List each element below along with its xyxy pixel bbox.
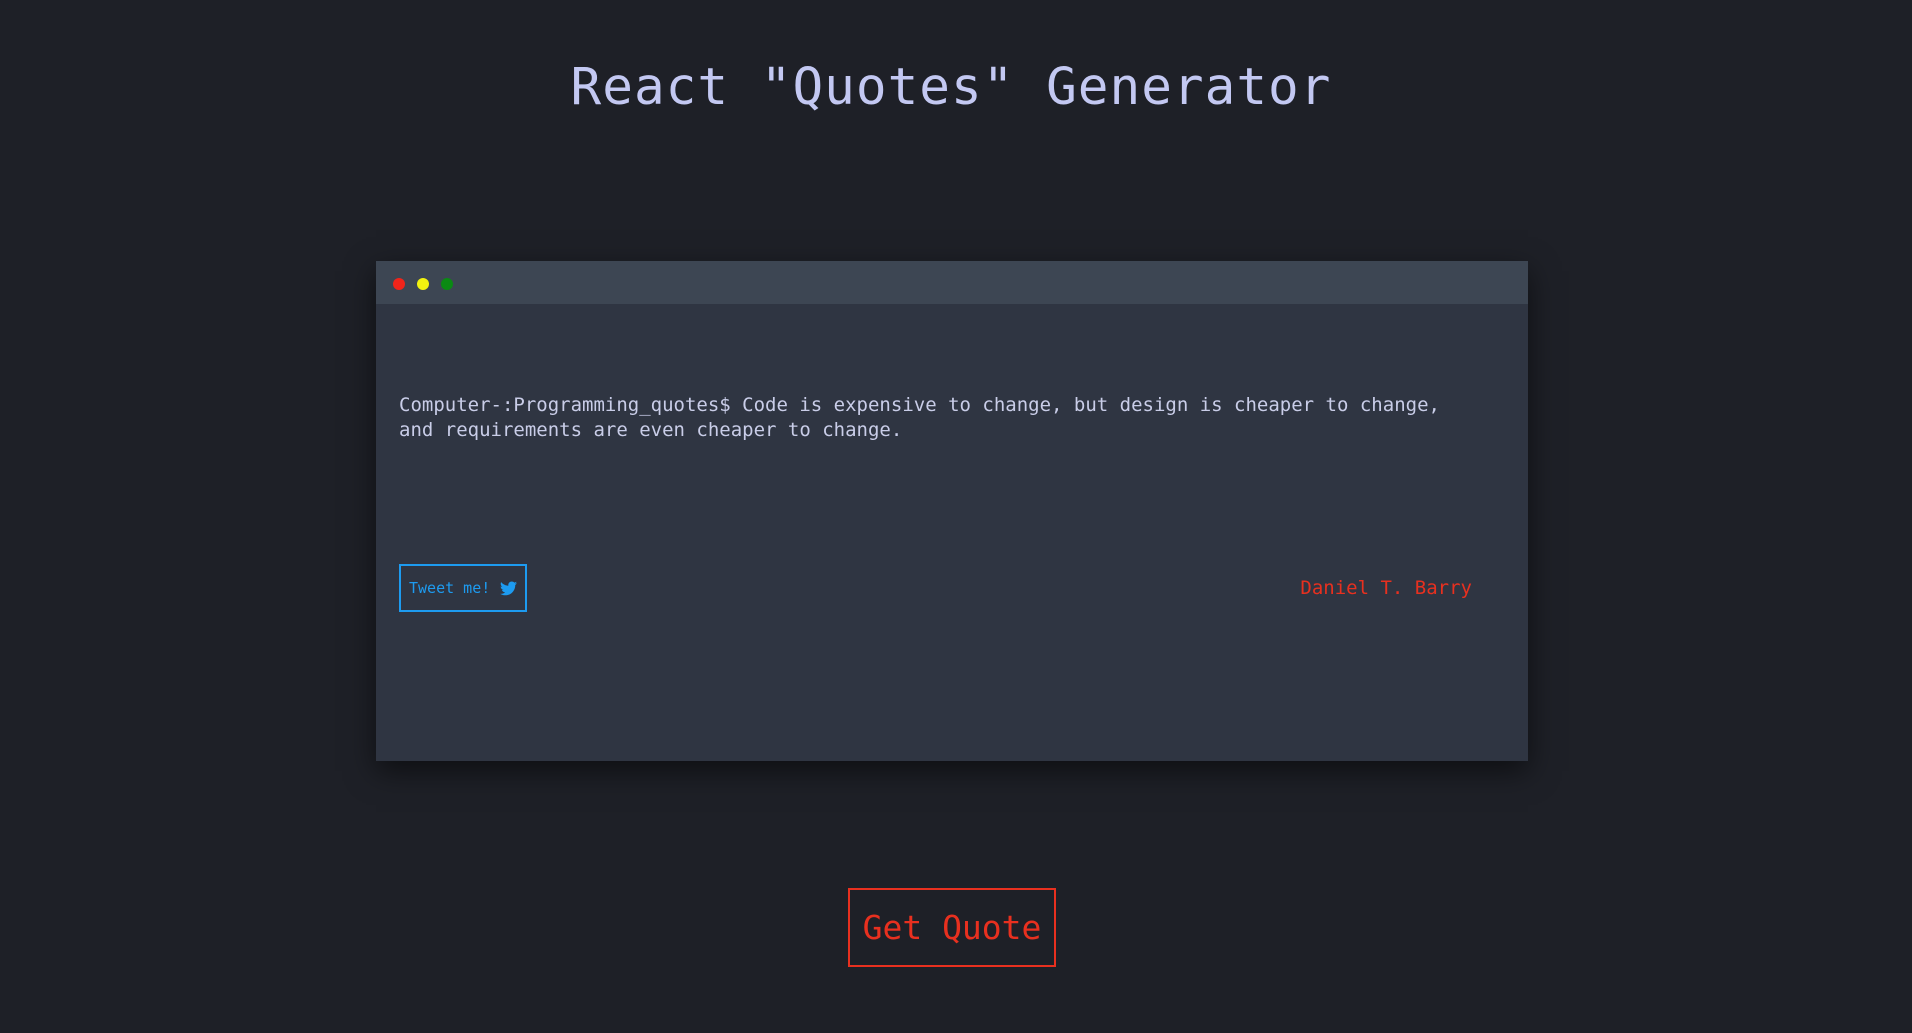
tweet-button-label: Tweet me! xyxy=(409,579,491,597)
page-title: React "Quotes" Generator xyxy=(570,58,1332,117)
twitter-icon xyxy=(500,580,518,596)
terminal-title-bar xyxy=(376,261,1528,304)
quote-text: Computer-:Programming_quotes$ Code is ex… xyxy=(399,394,1440,441)
quote-author: Daniel T. Barry xyxy=(1300,577,1472,599)
page: React "Quotes" Generator Computer-:Progr… xyxy=(0,0,1912,1033)
tweet-button[interactable]: Tweet me! xyxy=(399,564,527,612)
maximize-dot-icon xyxy=(441,278,453,290)
minimize-dot-icon xyxy=(417,278,429,290)
close-dot-icon xyxy=(393,278,405,290)
quote-terminal-window: Computer-:Programming_quotes$ Code is ex… xyxy=(376,261,1528,761)
get-quote-button[interactable]: Get Quote xyxy=(848,888,1056,967)
